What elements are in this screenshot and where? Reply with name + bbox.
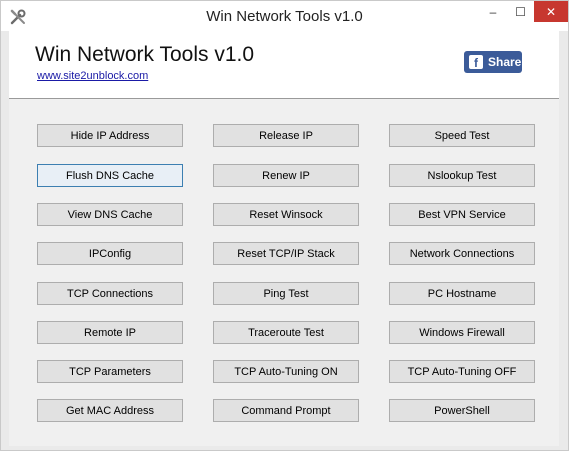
powershell-button[interactable]: PowerShell	[389, 399, 535, 422]
nslookup-test-button[interactable]: Nslookup Test	[389, 164, 535, 187]
windows-firewall-button[interactable]: Windows Firewall	[389, 321, 535, 344]
renew-ip-button[interactable]: Renew IP	[213, 164, 359, 187]
command-prompt-button[interactable]: Command Prompt	[213, 399, 359, 422]
minimize-button[interactable]: –	[479, 1, 507, 22]
flush-dns-cache-button[interactable]: Flush DNS Cache	[37, 164, 183, 187]
ping-test-button[interactable]: Ping Test	[213, 282, 359, 305]
app-window: Win Network Tools v1.0 – ☐ ✕ Win Network…	[0, 0, 569, 451]
app-title: Win Network Tools v1.0	[35, 43, 255, 66]
get-mac-address-button[interactable]: Get MAC Address	[37, 399, 183, 422]
title-bar[interactable]: Win Network Tools v1.0 – ☐ ✕	[1, 1, 568, 31]
hide-ip-address-button[interactable]: Hide IP Address	[37, 124, 183, 147]
share-label: Share	[488, 55, 522, 69]
facebook-icon: f	[469, 55, 483, 69]
release-ip-button[interactable]: Release IP	[213, 124, 359, 147]
view-dns-cache-button[interactable]: View DNS Cache	[37, 203, 183, 226]
close-button[interactable]: ✕	[534, 1, 568, 22]
speed-test-button[interactable]: Speed Test	[389, 124, 535, 147]
header-panel: Win Network Tools v1.0 www.site2unblock.…	[9, 31, 559, 99]
facebook-share-button[interactable]: f Share	[464, 51, 522, 73]
tcp-auto-tuning-on-button[interactable]: TCP Auto-Tuning ON	[213, 360, 359, 383]
tools-panel: Hide IP Address Flush DNS Cache View DNS…	[9, 99, 559, 446]
tcp-parameters-button[interactable]: TCP Parameters	[37, 360, 183, 383]
remote-ip-button[interactable]: Remote IP	[37, 321, 183, 344]
reset-winsock-button[interactable]: Reset Winsock	[213, 203, 359, 226]
best-vpn-service-button[interactable]: Best VPN Service	[389, 203, 535, 226]
traceroute-test-button[interactable]: Traceroute Test	[213, 321, 359, 344]
network-connections-button[interactable]: Network Connections	[389, 242, 535, 265]
reset-tcpip-stack-button[interactable]: Reset TCP/IP Stack	[213, 242, 359, 265]
website-link[interactable]: www.site2unblock.com	[37, 70, 148, 82]
pc-hostname-button[interactable]: PC Hostname	[389, 282, 535, 305]
tcp-connections-button[interactable]: TCP Connections	[37, 282, 183, 305]
maximize-button[interactable]: ☐	[507, 1, 534, 22]
tcp-auto-tuning-off-button[interactable]: TCP Auto-Tuning OFF	[389, 360, 535, 383]
ipconfig-button[interactable]: IPConfig	[37, 242, 183, 265]
